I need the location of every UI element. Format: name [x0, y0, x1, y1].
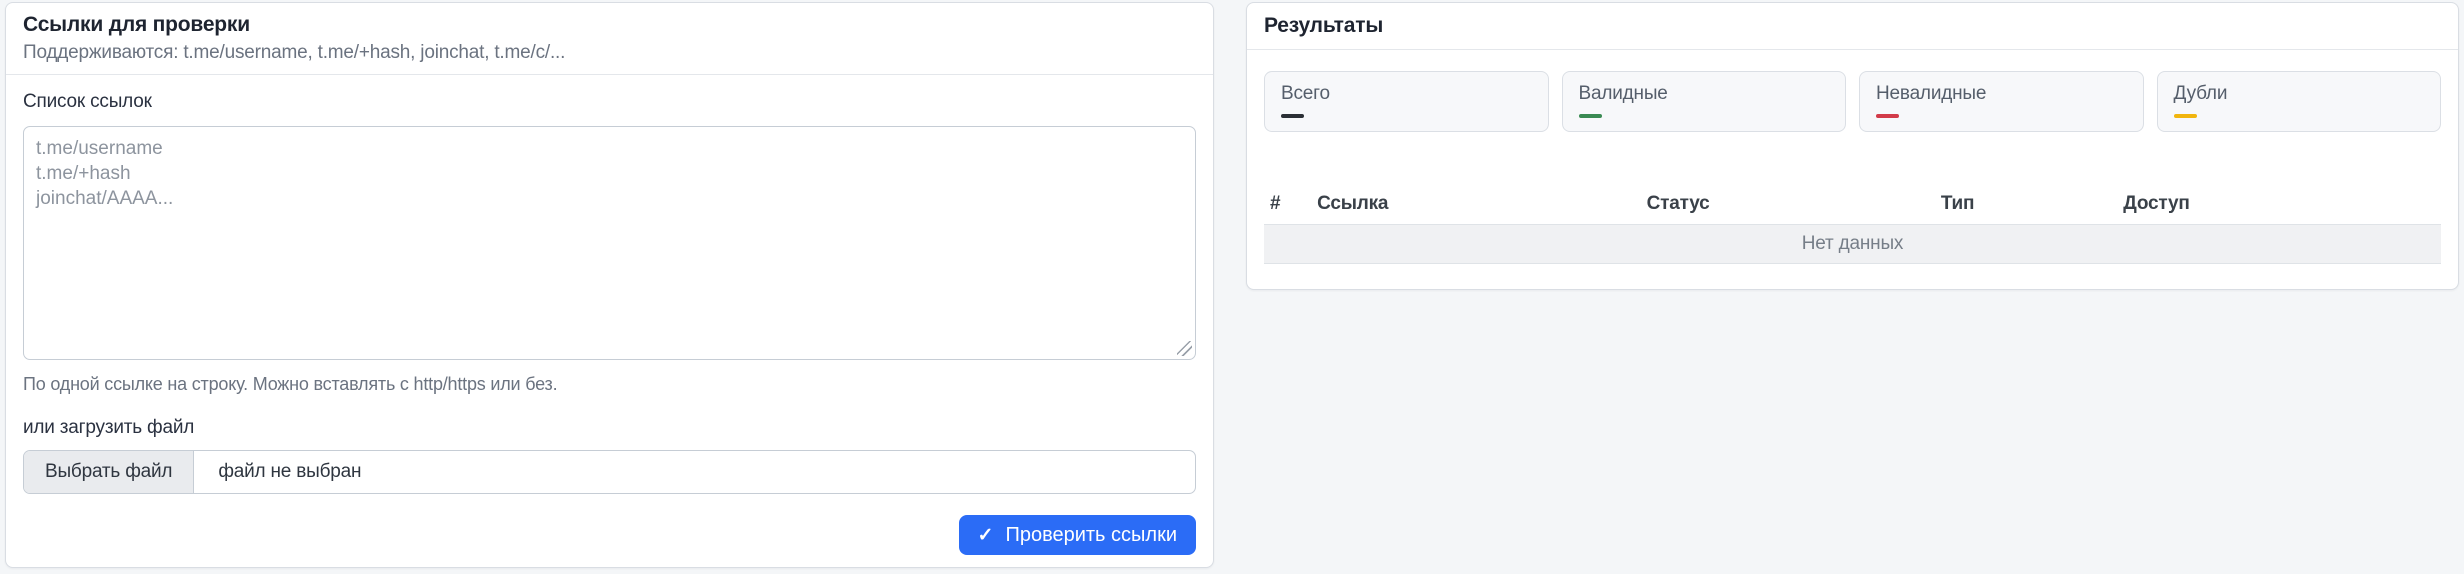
links-list-label: Список ссылок — [23, 91, 152, 112]
stat-value-dash-valid — [1578, 114, 1602, 118]
stat-label-total: Всего — [1281, 83, 1330, 104]
empty-row-text: Нет данных — [1264, 224, 2441, 264]
choose-file-button[interactable]: Выбрать файл — [24, 451, 195, 493]
table-header-access: Доступ — [2117, 184, 2441, 225]
stat-label-duplicates: Дубли — [2173, 83, 2228, 104]
stat-card-duplicates: Дубли — [2156, 71, 2441, 132]
stats-row: Всего Валидные Невалидные Дубли — [1264, 71, 2441, 132]
links-panel-header: Ссылки для проверки Поддерживаются: t.me… — [6, 3, 1213, 75]
page: Ссылки для проверки Поддерживаются: t.me… — [0, 0, 2464, 574]
links-panel-subtitle: Поддерживаются: t.me/username, t.me/+has… — [23, 42, 566, 63]
results-panel-title: Результаты — [1264, 14, 1384, 37]
stat-value-dash-duplicates — [2173, 114, 2197, 118]
empty-row: Нет данных — [1264, 224, 2441, 264]
results-panel-header: Результаты — [1247, 3, 2458, 50]
table-header-type: Тип — [1934, 184, 2118, 225]
results-panel: Результаты Всего Валидные Невалидные Дуб… — [1246, 2, 2459, 290]
links-panel-title: Ссылки для проверки — [23, 13, 250, 36]
links-panel-body: Список ссылок По одной ссылке на строку.… — [6, 75, 1213, 572]
stat-value-dash-total — [1281, 114, 1304, 118]
table-header-link: Ссылка — [1311, 184, 1641, 225]
check-links-button[interactable]: ✓ Проверить ссылки — [958, 515, 1196, 555]
table-header-number: # — [1264, 184, 1312, 225]
check-links-button-label: Проверить ссылки — [1005, 523, 1177, 546]
results-table: # Ссылка Статус Тип Доступ Нет данных — [1264, 184, 2441, 264]
table-header-status: Статус — [1640, 184, 1935, 225]
actions-row: ✓ Проверить ссылки — [23, 515, 1196, 555]
links-textarea[interactable] — [23, 126, 1196, 360]
results-panel-body: Всего Валидные Невалидные Дубли # Ссылка… — [1247, 71, 2458, 281]
stat-card-invalid: Невалидные — [1859, 71, 2144, 132]
results-table-header-row: # Ссылка Статус Тип Доступ — [1264, 184, 2441, 225]
stat-value-dash-invalid — [1876, 114, 1899, 118]
check-icon: ✓ — [977, 524, 994, 546]
links-panel: Ссылки для проверки Поддерживаются: t.me… — [5, 2, 1214, 568]
stat-card-total: Всего — [1264, 71, 1549, 132]
upload-file-label: или загрузить файл — [23, 417, 195, 438]
links-hint: По одной ссылке на строку. Можно вставля… — [23, 374, 558, 394]
file-input[interactable]: Выбрать файл файл не выбран — [23, 450, 1196, 494]
file-status-text: файл не выбран — [218, 461, 362, 482]
stat-label-valid: Валидные — [1578, 83, 1668, 104]
stat-label-invalid: Невалидные — [1876, 83, 1987, 104]
stat-card-valid: Валидные — [1561, 71, 1846, 132]
